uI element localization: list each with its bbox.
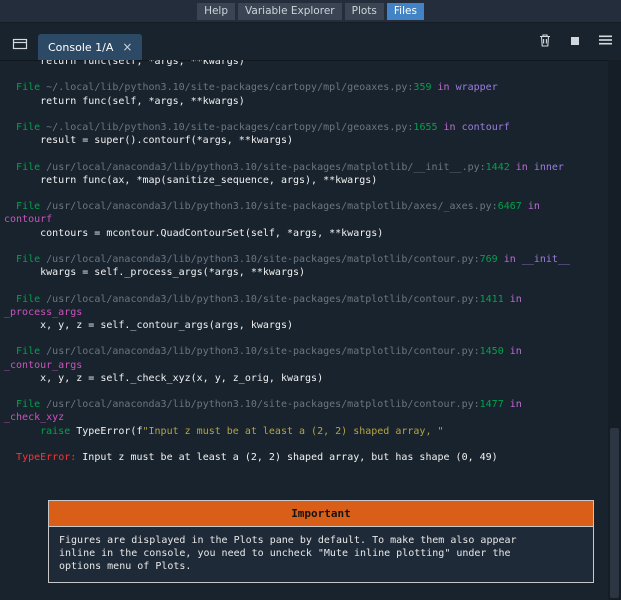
notice-box: Important Figures are displayed in the P… <box>48 500 594 582</box>
console-line: contourf <box>4 213 608 226</box>
console-output: return func(self, *args, **kwargs) File … <box>4 60 608 464</box>
console-line: raise TypeError(f"Input z must be at lea… <box>4 425 608 438</box>
notice-body: Figures are displayed in the Plots pane … <box>49 527 593 581</box>
console-line <box>4 68 608 81</box>
notice-line: options menu of Plots. <box>59 561 583 574</box>
console-line <box>4 279 608 292</box>
trash-icon <box>538 33 552 51</box>
console-line: File /usr/local/anaconda3/lib/python3.10… <box>4 161 608 174</box>
console-line: _contour_args <box>4 359 608 372</box>
console-line: x, y, z = self._check_xyz(x, y, z_orig, … <box>4 372 608 385</box>
console-line <box>4 240 608 253</box>
clear-console-button[interactable] <box>538 33 552 51</box>
console-pane-header: Console 1/A × <box>0 23 621 61</box>
console-line: File /usr/local/anaconda3/lib/python3.10… <box>4 293 608 306</box>
plugin-tabs: HelpVariable ExplorerPlotsFiles <box>197 3 424 20</box>
console-line: File /usr/local/anaconda3/lib/python3.10… <box>4 345 608 358</box>
tab-console-1a[interactable]: Console 1/A × <box>38 34 142 60</box>
console-line <box>4 332 608 345</box>
notice-title: Important <box>49 501 593 527</box>
console-line: return func(self, *args, **kwargs) <box>4 60 608 68</box>
interrupt-kernel-button[interactable] <box>570 34 580 49</box>
window-icon <box>12 37 28 54</box>
console-line: return func(self, *args, **kwargs) <box>4 95 608 108</box>
notice-line: inline in the console, you need to unche… <box>59 548 583 561</box>
spyder-window: HelpVariable ExplorerPlotsFiles Console … <box>0 0 621 600</box>
console-line: File /usr/local/anaconda3/lib/python3.10… <box>4 253 608 266</box>
console-tab-label: Console 1/A <box>48 41 113 54</box>
stop-icon <box>570 34 580 49</box>
browse-tabs-button[interactable] <box>12 37 28 54</box>
console-line: return func(ax, *map(sanitize_sequence, … <box>4 174 608 187</box>
top-tab-variable-explorer[interactable]: Variable Explorer <box>238 3 342 20</box>
console-line <box>4 385 608 398</box>
options-menu-button[interactable] <box>598 34 613 49</box>
close-tab-icon[interactable]: × <box>122 41 132 53</box>
console-line: kwargs = self._process_args(*args, **kwa… <box>4 266 608 279</box>
console-output-area[interactable]: return func(self, *args, **kwargs) File … <box>0 60 608 600</box>
console-line <box>4 108 608 121</box>
console-line: _process_args <box>4 306 608 319</box>
scrollbar-thumb[interactable] <box>610 428 619 598</box>
notice-line: Figures are displayed in the Plots pane … <box>59 535 583 548</box>
vertical-scrollbar[interactable] <box>608 60 621 600</box>
console-line <box>4 147 608 160</box>
console-line: x, y, z = self._contour_args(args, kwarg… <box>4 319 608 332</box>
top-tab-files[interactable]: Files <box>387 3 424 20</box>
console-line <box>4 438 608 451</box>
console-line: TypeError: Input z must be at least a (2… <box>4 451 608 464</box>
console-line: File /usr/local/anaconda3/lib/python3.10… <box>4 200 608 213</box>
console-line: _check_xyz <box>4 411 608 424</box>
top-tab-help[interactable]: Help <box>197 3 235 20</box>
top-tab-bar: HelpVariable ExplorerPlotsFiles <box>0 0 621 23</box>
console-line: result = super().contourf(*args, **kwarg… <box>4 134 608 147</box>
top-tab-plots[interactable]: Plots <box>345 3 384 20</box>
hamburger-icon <box>598 34 613 49</box>
console-line: File ~/.local/lib/python3.10/site-packag… <box>4 121 608 134</box>
console-line: File /usr/local/anaconda3/lib/python3.10… <box>4 398 608 411</box>
console-line: contours = mcontour.QuadContourSet(self,… <box>4 227 608 240</box>
console-line <box>4 187 608 200</box>
console-line: File ~/.local/lib/python3.10/site-packag… <box>4 81 608 94</box>
